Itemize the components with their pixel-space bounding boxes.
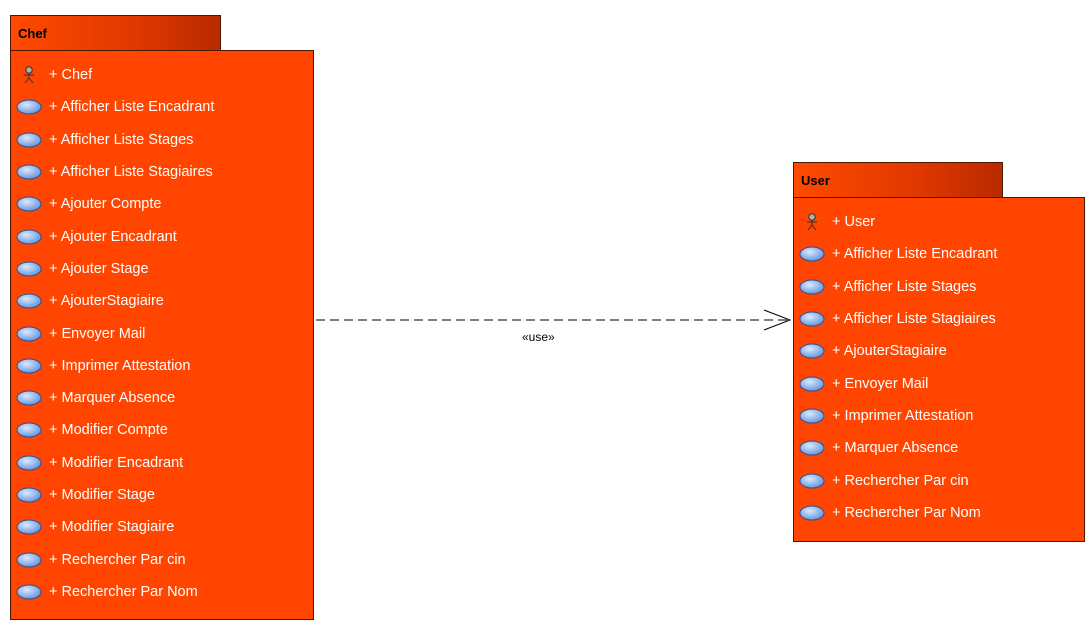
dependency-stereotype: «use» <box>522 330 555 344</box>
use-dependency[interactable] <box>0 0 1085 613</box>
